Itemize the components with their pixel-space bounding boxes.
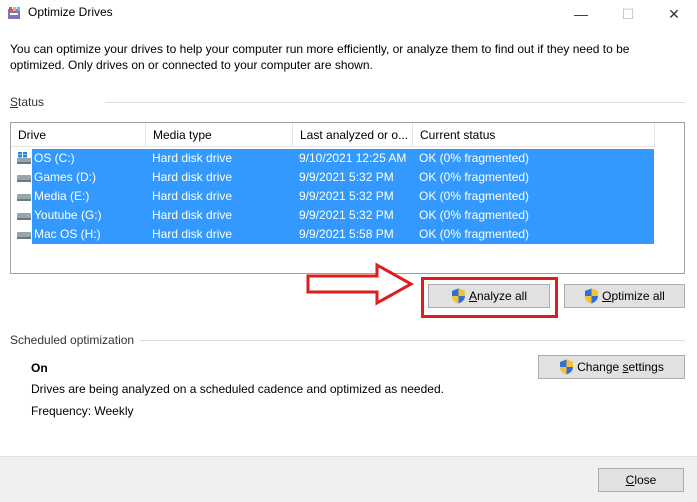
analyze-accelerator: A [468,289,477,303]
drive-current-status: OK (0% fragmented) [419,170,530,184]
drive-current-status: OK (0% fragmented) [419,208,530,222]
drive-row[interactable]: Games (D:) Hard disk drive 9/9/2021 5:32… [17,168,654,187]
minimize-button[interactable]: — [558,0,604,28]
drive-list[interactable]: Drive Media type Last analyzed or o... C… [10,122,685,274]
schedule-state: On [31,361,48,375]
close-button[interactable]: Close [598,468,684,492]
drive-media-type: Hard disk drive [152,170,233,184]
optimize-label: ptimize all [611,289,665,303]
intro-text: You can optimize your drives to help you… [10,42,630,72]
uac-shield-icon [451,288,465,304]
status-group-label: Status [10,95,44,109]
change-settings-button[interactable]: Change settings [538,355,685,379]
title-bar[interactable]: Optimize Drives — ☐ ✕ [0,0,697,28]
drive-last-analyzed: 9/9/2021 5:32 PM [299,189,394,203]
schedule-frequency: Frequency: Weekly [31,404,134,418]
dialog-footer [0,456,697,502]
drive-last-analyzed: 9/9/2021 5:32 PM [299,208,394,222]
schedule-description: Drives are being analyzed on a scheduled… [31,382,444,396]
drive-name: OS (C:) [34,151,75,165]
window-title: Optimize Drives [28,5,113,19]
status-divider [105,102,685,103]
drive-current-status: OK (0% fragmented) [419,151,530,165]
analyze-label: nalyze all [476,289,528,303]
scheduled-divider [140,340,685,341]
column-header-media-type[interactable]: Media type [146,123,293,147]
drive-media-type: Hard disk drive [152,189,233,203]
status-label-rest: tatus [18,95,45,109]
analyze-all-button[interactable]: Analyze all [428,284,550,308]
hard-drive-icon [17,194,31,201]
change-label-rest: ettings [628,360,664,374]
column-header-last-analyzed[interactable]: Last analyzed or o... [293,123,413,147]
drive-name: Media (E:) [34,189,90,203]
drive-last-analyzed: 9/9/2021 5:32 PM [299,170,394,184]
drive-row[interactable]: Mac OS (H:) Hard disk drive 9/9/2021 5:5… [17,225,654,244]
drive-media-type: Hard disk drive [152,208,233,222]
windows-drive-icon [17,152,31,164]
status-label-accelerator: S [10,95,19,109]
drive-media-type: Hard disk drive [152,227,233,241]
uac-shield-icon [585,288,599,304]
scheduled-optimization-label: Scheduled optimization [10,333,135,347]
drive-row[interactable]: OS (C:) Hard disk drive 9/10/2021 12:25 … [17,149,654,168]
hard-drive-icon [17,175,31,182]
drive-name: Youtube (G:) [34,208,102,222]
drive-last-analyzed: 9/10/2021 12:25 AM [299,151,407,165]
drive-media-type: Hard disk drive [152,151,233,165]
drive-row[interactable]: Media (E:) Hard disk drive 9/9/2021 5:32… [17,187,654,206]
red-arrow-annotation [306,262,415,306]
close-label: lose [634,473,657,487]
optimize-all-button[interactable]: Optimize all [564,284,685,308]
column-header-drive[interactable]: Drive [11,123,146,147]
drive-last-analyzed: 9/9/2021 5:58 PM [299,227,394,241]
drive-name: Games (D:) [34,170,97,184]
hard-drive-icon [17,213,31,220]
change-label-pre: Change [577,360,623,374]
column-header-current-status[interactable]: Current status [413,123,655,147]
hard-drive-icon [17,232,31,239]
drive-row[interactable]: Youtube (G:) Hard disk drive 9/9/2021 5:… [17,206,654,225]
optimize-drives-app-icon [8,7,20,19]
drive-name: Mac OS (H:) [34,227,101,241]
drive-current-status: OK (0% fragmented) [419,227,530,241]
drive-list-header: Drive Media type Last analyzed or o... C… [11,123,655,147]
drive-current-status: OK (0% fragmented) [419,189,530,203]
uac-shield-icon [560,359,574,375]
maximize-button[interactable]: ☐ [605,0,651,28]
window-close-button[interactable]: ✕ [651,0,697,28]
